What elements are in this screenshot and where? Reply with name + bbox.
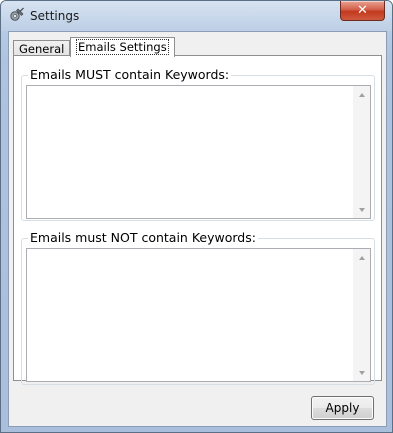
must-not-contain-keywords-input[interactable] <box>26 248 371 382</box>
emails-settings-page: Emails MUST contain Keywords: Emails mus… <box>13 55 382 385</box>
apply-button[interactable]: Apply <box>311 396 374 420</box>
close-button[interactable]: ✕ <box>340 1 385 21</box>
tab-emails-settings[interactable]: Emails Settings <box>70 37 175 57</box>
must-not-contain-label: Emails must NOT contain Keywords: <box>28 230 258 245</box>
tab-general-label: General <box>19 42 65 56</box>
scroll-up-arrow-icon[interactable] <box>353 86 370 103</box>
must-not-contain-scrollbar[interactable] <box>353 249 370 381</box>
scroll-down-arrow-icon[interactable] <box>353 364 370 381</box>
scroll-down-arrow-icon[interactable] <box>353 201 370 218</box>
settings-gear-icon <box>10 7 24 21</box>
close-icon: ✕ <box>357 3 368 18</box>
dialog-client-area: General Emails Settings Emails MUST cont… <box>8 31 387 427</box>
must-not-contain-group: Emails must NOT contain Keywords: <box>21 230 375 385</box>
must-contain-scrollbar[interactable] <box>353 86 370 218</box>
title-bar[interactable]: Settings ✕ <box>1 1 392 31</box>
must-contain-group: Emails MUST contain Keywords: <box>21 67 375 221</box>
window-title: Settings <box>30 9 80 23</box>
must-contain-label: Emails MUST contain Keywords: <box>28 67 232 82</box>
scroll-up-arrow-icon[interactable] <box>353 249 370 266</box>
tab-emails-settings-label: Emails Settings <box>76 39 169 55</box>
must-contain-keywords-input[interactable] <box>26 85 371 219</box>
settings-window: Settings ✕ General Emails Settings Email… <box>0 0 393 433</box>
